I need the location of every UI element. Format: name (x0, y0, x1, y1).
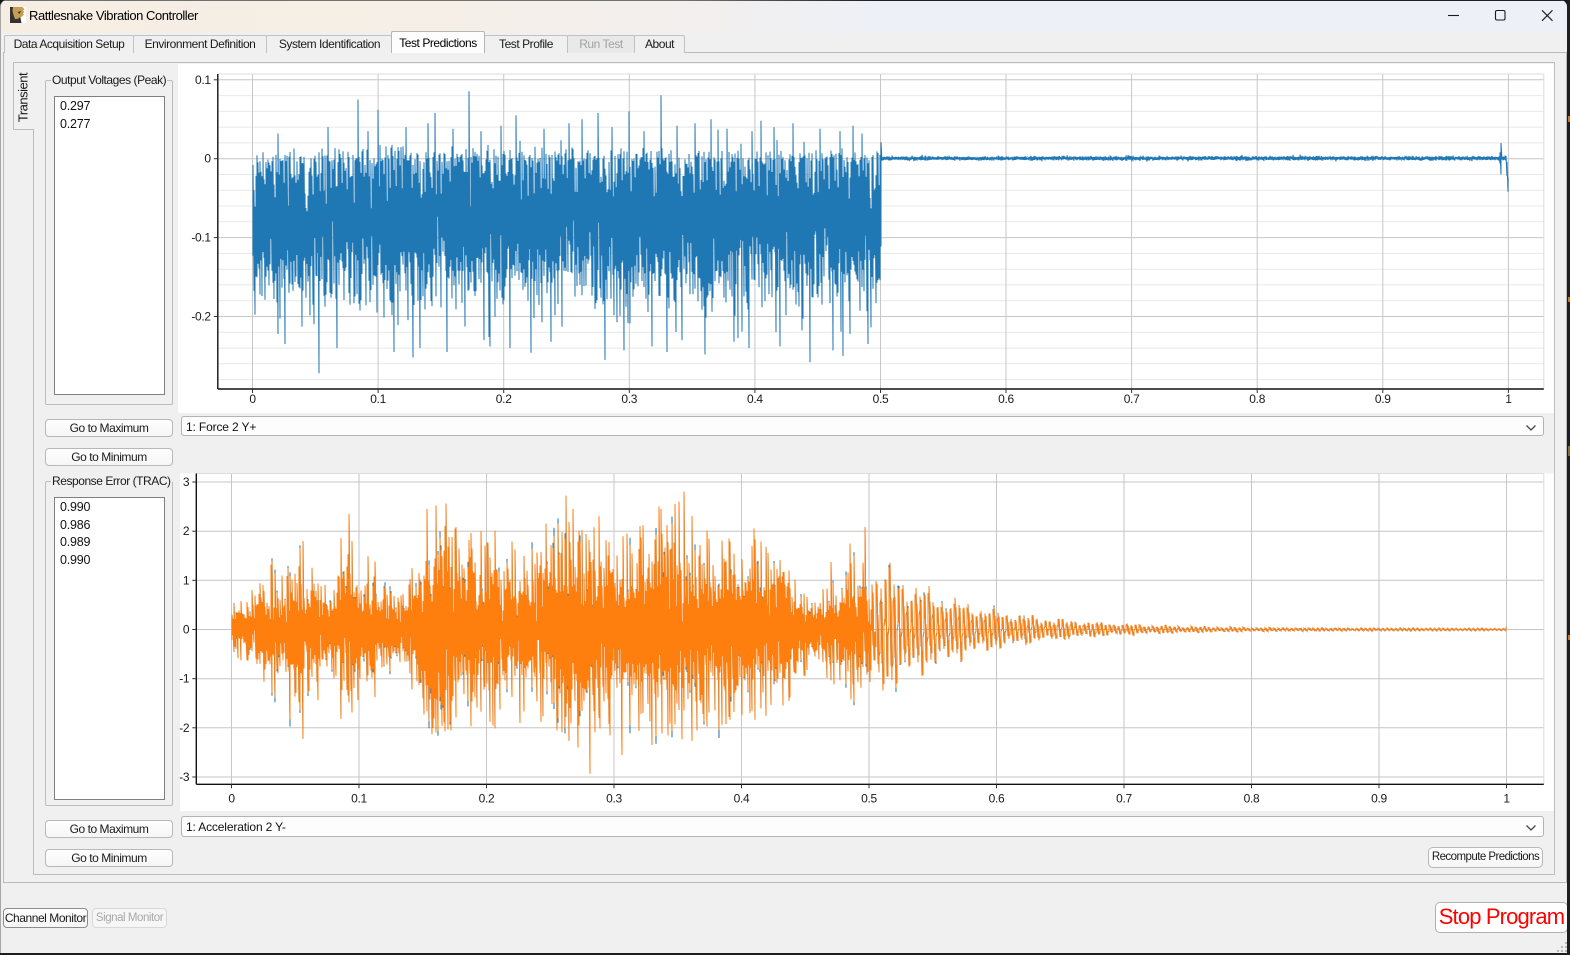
svg-text:0.9: 0.9 (1371, 791, 1387, 805)
svg-text:0.5: 0.5 (873, 392, 889, 406)
svg-text:0.8: 0.8 (1249, 392, 1265, 406)
svg-text:0.9: 0.9 (1375, 392, 1391, 406)
svg-text:3: 3 (183, 475, 190, 489)
svg-text:0.6: 0.6 (989, 791, 1005, 805)
svg-text:0: 0 (183, 623, 190, 637)
svg-text:-0.2: -0.2 (191, 310, 211, 324)
svg-text:0.8: 0.8 (1244, 791, 1260, 805)
svg-text:0.6: 0.6 (998, 392, 1014, 406)
svg-text:0.5: 0.5 (861, 791, 877, 805)
svg-text:0.3: 0.3 (606, 791, 622, 805)
svg-text:-0.1: -0.1 (191, 231, 211, 245)
svg-text:0: 0 (204, 152, 211, 166)
svg-text:0.7: 0.7 (1124, 392, 1140, 406)
svg-text:1: 1 (183, 573, 190, 587)
svg-text:0: 0 (249, 392, 256, 406)
svg-text:0.7: 0.7 (1116, 791, 1132, 805)
svg-text:-2: -2 (179, 721, 190, 735)
svg-text:-1: -1 (179, 672, 190, 686)
svg-text:0.1: 0.1 (370, 392, 386, 406)
svg-text:0.3: 0.3 (621, 392, 637, 406)
svg-text:2: 2 (183, 524, 190, 538)
svg-text:0.2: 0.2 (479, 791, 495, 805)
svg-text:0.4: 0.4 (747, 392, 763, 406)
svg-text:0.1: 0.1 (351, 791, 367, 805)
svg-text:1: 1 (1505, 392, 1512, 406)
svg-text:0.4: 0.4 (734, 791, 750, 805)
svg-text:-3: -3 (179, 770, 190, 784)
svg-text:0.1: 0.1 (195, 73, 211, 87)
svg-text:0.2: 0.2 (496, 392, 512, 406)
svg-text:1: 1 (1503, 791, 1510, 805)
svg-text:0: 0 (228, 791, 235, 805)
